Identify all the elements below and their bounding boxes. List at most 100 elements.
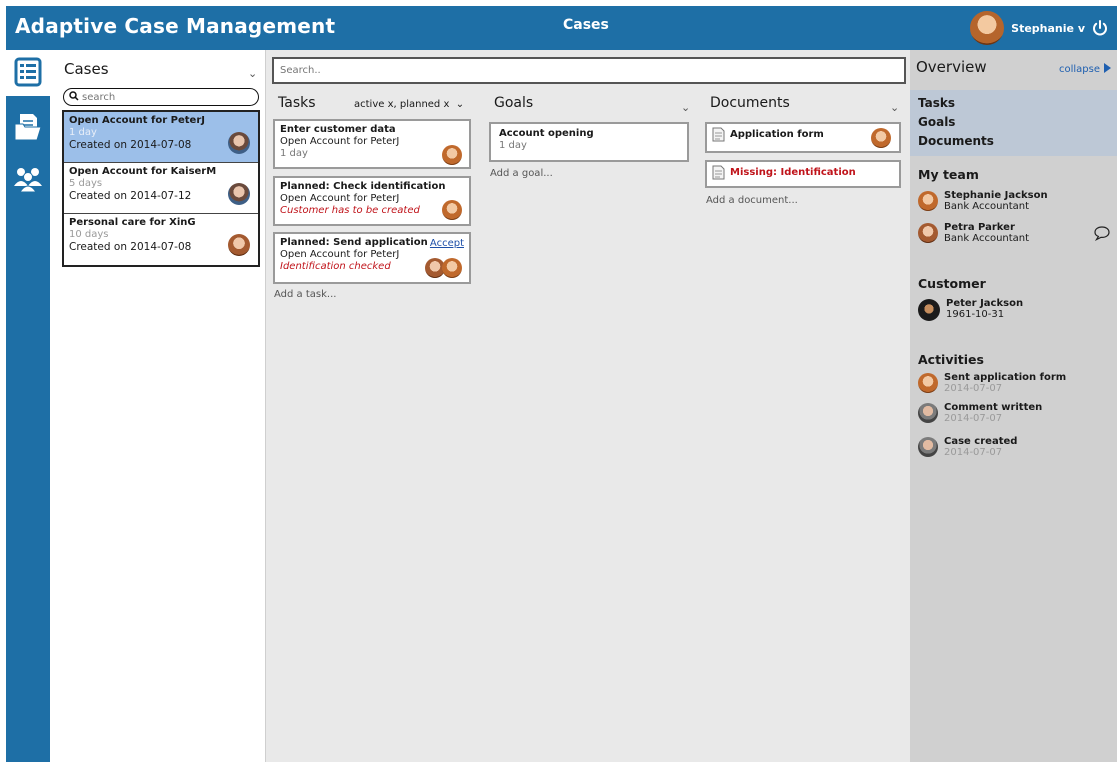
task-card[interactable]: Planned: Check identification Open Accou… [273, 176, 471, 226]
chevron-down-icon[interactable]: ⌄ [453, 99, 464, 110]
customer-birthdate: 1961-10-31 [946, 309, 1005, 320]
case-title: Open Account for PeterJ [69, 115, 205, 126]
overview-nav-tasks[interactable]: Tasks [918, 94, 1109, 113]
activities-title: Activities [918, 352, 984, 367]
case-created-date: Created on 2014-07-08 [69, 139, 192, 151]
task-filter[interactable]: active x, planned x ⌄ [354, 99, 464, 110]
avatar [228, 132, 250, 154]
task-case: Open Account for PeterJ [280, 193, 400, 204]
customer-entry[interactable]: Peter Jackson 1961-10-31 [918, 298, 1023, 321]
avatar [918, 223, 938, 243]
avatar [918, 373, 938, 393]
document-card-missing[interactable]: Missing: Identification [705, 160, 901, 188]
task-card[interactable]: Enter customer data Open Account for Pet… [273, 119, 471, 169]
chevron-down-icon[interactable]: ⌄ [248, 67, 257, 80]
avatar [918, 299, 940, 321]
task-age: 1 day [280, 148, 308, 159]
rail-cases-button[interactable] [6, 50, 50, 96]
accept-task-link[interactable]: Accept [430, 238, 464, 249]
team-member[interactable]: Petra Parker Bank Accountant [918, 222, 1029, 244]
team-icon [12, 164, 44, 195]
case-created-date: Created on 2014-07-12 [69, 190, 192, 202]
cases-panel: Cases ⌄ Open Account for PeterJ 1 day Cr… [50, 50, 266, 762]
chevron-down-icon[interactable]: ⌄ [890, 101, 899, 114]
task-title: Enter customer data [280, 124, 396, 135]
person-name: Stephanie Jackson [944, 190, 1048, 201]
cases-panel-title: Cases [64, 60, 109, 78]
case-item-kaiserm[interactable]: Open Account for KaiserM 5 days Created … [64, 163, 258, 214]
main-search-input[interactable] [280, 65, 880, 76]
power-icon[interactable] [1091, 19, 1109, 37]
case-search-box[interactable] [63, 88, 259, 106]
chat-bubble-icon[interactable] [1093, 225, 1111, 241]
task-title: Planned: Check identification [280, 181, 446, 192]
document-title: Missing: Identification [730, 167, 856, 178]
customer-title: Customer [918, 276, 986, 291]
case-item-peterj[interactable]: Open Account for PeterJ 1 day Created on… [64, 112, 258, 163]
overview-panel: Overview collapse Tasks Goals Documents … [910, 50, 1117, 762]
case-created-date: Created on 2014-07-08 [69, 241, 192, 253]
overview-nav: Tasks Goals Documents [910, 90, 1117, 156]
collapse-button[interactable]: collapse [1059, 63, 1111, 76]
case-item-xing[interactable]: Personal care for XinG 10 days Created o… [64, 214, 258, 265]
task-card[interactable]: Planned: Send application Open Account f… [273, 232, 471, 284]
rail-team-button[interactable] [6, 156, 50, 202]
person-role: Bank Accountant [944, 233, 1030, 244]
overview-nav-goals[interactable]: Goals [918, 113, 1109, 132]
task-case: Open Account for PeterJ [280, 136, 400, 147]
main-search-box[interactable] [272, 57, 906, 84]
avatar [442, 145, 462, 165]
rail-documents-button[interactable] [6, 105, 50, 151]
case-search-input[interactable] [82, 91, 252, 103]
nav-rail [6, 50, 50, 762]
case-age: 1 day [69, 127, 97, 138]
goal-card[interactable]: Account opening 1 day [489, 122, 689, 162]
documents-icon [13, 112, 43, 145]
avatar [228, 234, 250, 256]
avatar [918, 437, 938, 457]
activity-item: Sent application form 2014-07-07 [918, 372, 1066, 394]
case-title: Personal care for XinG [69, 217, 196, 228]
task-filter-label[interactable]: active x, planned x [354, 99, 449, 110]
overview-nav-documents[interactable]: Documents [918, 132, 1109, 151]
documents-column-title: Documents [710, 95, 790, 111]
case-list: Open Account for PeterJ 1 day Created on… [62, 110, 260, 267]
chevron-down-icon[interactable]: ⌄ [681, 101, 690, 114]
case-title: Open Account for KaiserM [69, 166, 217, 177]
app-window: Adaptive Case Management Cases Stephanie… [6, 6, 1117, 762]
user-avatar[interactable] [969, 10, 1006, 46]
add-document-link[interactable]: Add a document... [706, 195, 798, 206]
activity-date: 2014-07-07 [944, 383, 1003, 394]
top-bar: Adaptive Case Management Cases Stephanie… [6, 6, 1117, 50]
avatar [871, 128, 891, 148]
goal-title: Account opening [499, 128, 594, 139]
activity-item: Comment written 2014-07-07 [918, 402, 1042, 424]
case-list-icon [14, 57, 42, 90]
add-task-link[interactable]: Add a task... [274, 289, 336, 300]
user-menu[interactable]: Stephanie v [969, 10, 1109, 46]
goal-age: 1 day [499, 140, 527, 151]
task-alert: Customer has to be created [280, 205, 420, 216]
document-card[interactable]: Application form [705, 122, 901, 153]
activity-label: Case created [944, 436, 1018, 447]
team-member[interactable]: Stephanie Jackson Bank Accountant [918, 190, 1048, 212]
goals-column-title: Goals [494, 95, 534, 111]
collapse-label[interactable]: collapse [1059, 64, 1100, 75]
user-menu-label[interactable]: Stephanie v [1011, 22, 1085, 35]
view-title: Cases [563, 17, 609, 33]
avatar [228, 183, 250, 205]
case-detail-area: Tasks active x, planned x ⌄ Enter custom… [266, 50, 910, 762]
overview-title: Overview [916, 58, 987, 76]
add-goal-link[interactable]: Add a goal... [490, 168, 553, 179]
caret-right-icon[interactable] [1104, 63, 1111, 76]
person-name: Petra Parker [944, 222, 1015, 233]
app-title: Adaptive Case Management [15, 14, 336, 38]
activity-label: Comment written [944, 402, 1043, 413]
activity-label: Sent application form [944, 372, 1067, 383]
avatar [918, 403, 938, 423]
activity-date: 2014-07-07 [944, 447, 1003, 458]
search-icon [69, 90, 79, 104]
document-icon [712, 165, 725, 180]
avatar [442, 200, 462, 220]
avatar [442, 258, 462, 278]
